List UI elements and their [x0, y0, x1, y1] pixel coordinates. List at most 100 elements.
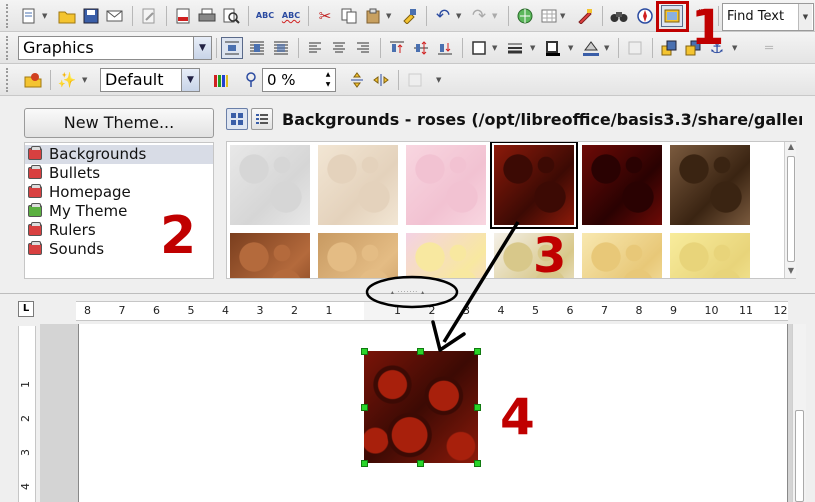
paragraph-style-combo[interactable]: Graphics ▼ — [18, 36, 212, 60]
resize-handle-bottom-right[interactable] — [474, 460, 481, 467]
graphics-mode-combo[interactable]: Default ▼ — [100, 68, 200, 92]
icon-view-button[interactable] — [226, 108, 248, 130]
print-preview-icon[interactable] — [220, 5, 242, 27]
chocolate-thumbnail[interactable] — [230, 233, 310, 278]
new-document-icon[interactable] — [18, 5, 40, 27]
border-color-dropdown-icon[interactable]: ▼ — [568, 44, 573, 52]
document-scroll-thumb[interactable] — [795, 410, 804, 502]
transparency-spin-field[interactable]: 0 % ▲ ▼ — [262, 68, 336, 92]
open-folder-icon[interactable] — [56, 5, 78, 27]
borders-icon[interactable] — [468, 37, 490, 59]
document-scrollbar[interactable] — [792, 324, 806, 502]
border-color-icon[interactable] — [542, 37, 564, 59]
vertical-ruler[interactable]: 1 2 3 4 — [18, 326, 36, 502]
flip-vertical-icon[interactable] — [346, 69, 368, 91]
transparency-icon[interactable] — [240, 69, 262, 91]
resize-handle-bottom[interactable] — [417, 460, 424, 467]
find-text-box[interactable]: Find Text ▼ — [722, 3, 814, 31]
gallery-splitter-grip[interactable]: ▴ ······· ▴ — [388, 290, 428, 296]
borders-dropdown-icon[interactable]: ▼ — [492, 44, 497, 52]
clone-formatting-icon[interactable] — [398, 5, 420, 27]
background-color-icon[interactable] — [580, 37, 602, 59]
new-dropdown-icon[interactable]: ▼ — [42, 12, 47, 20]
binoculars-find-icon[interactable] — [608, 5, 630, 27]
from-file-icon[interactable] — [22, 69, 44, 91]
show-draw-functions-icon[interactable] — [574, 5, 596, 27]
gallery-scroll-thumb[interactable] — [787, 156, 795, 262]
anchor-dropdown-icon[interactable]: ▼ — [732, 44, 737, 52]
detail-view-button[interactable] — [251, 108, 273, 130]
paste-dropdown-icon[interactable]: ▼ — [386, 12, 391, 20]
roses-thumbnail[interactable] — [490, 142, 578, 229]
save-icon[interactable] — [80, 5, 102, 27]
properties-icon[interactable] — [624, 37, 646, 59]
line-style-icon[interactable] — [504, 37, 526, 59]
email-icon[interactable] — [104, 5, 126, 27]
frame-toolbar-dropdown-icon[interactable]: ▼ — [436, 76, 441, 84]
undo-icon[interactable]: ↶ — [432, 5, 454, 27]
wrap-through-icon[interactable] — [270, 37, 292, 59]
popcorn-thumbnail[interactable] — [582, 233, 662, 278]
graphics-mode-dropdown-icon[interactable]: ▼ — [181, 69, 199, 91]
resize-handle-top-right[interactable] — [474, 348, 481, 355]
autospellcheck-icon[interactable]: ABC — [280, 5, 302, 27]
wood-thumbnail[interactable] — [318, 233, 398, 278]
table-dropdown-icon[interactable]: ▼ — [560, 12, 565, 20]
horizontal-ruler[interactable]: 8 7 6 5 4 3 2 1 1 2 3 4 5 6 7 8 9 10 11 12 — [76, 301, 788, 321]
undo-dropdown-icon[interactable]: ▼ — [456, 12, 461, 20]
resize-handle-top-left[interactable] — [361, 348, 368, 355]
find-text-dropdown-icon[interactable]: ▼ — [798, 4, 812, 30]
dark-red-thumbnail[interactable] — [582, 145, 662, 225]
copy-icon[interactable] — [338, 5, 360, 27]
wrap-off-icon[interactable] — [221, 37, 243, 59]
sand-thumbnail[interactable] — [318, 145, 398, 225]
inserted-rose-image[interactable] — [364, 351, 478, 463]
resize-handle-bottom-left[interactable] — [361, 460, 368, 467]
resize-handle-right[interactable] — [474, 404, 481, 411]
new-theme-button[interactable]: New Theme... — [24, 108, 214, 138]
paws-thumbnail[interactable] — [230, 145, 310, 225]
theme-item[interactable]: Bullets — [25, 164, 213, 183]
filter-wand-icon[interactable]: ✨ — [56, 69, 78, 91]
spellcheck-icon[interactable]: ABC — [254, 5, 276, 27]
pink-paper-thumbnail[interactable] — [406, 145, 486, 225]
color-bars-icon[interactable] — [210, 69, 232, 91]
export-pdf-icon[interactable] — [172, 5, 194, 27]
cheese-thumbnail[interactable] — [670, 233, 750, 278]
filter-dropdown-icon[interactable]: ▼ — [82, 76, 87, 84]
paragraph-style-dropdown-icon[interactable]: ▼ — [193, 37, 211, 59]
table-icon[interactable] — [538, 5, 560, 27]
disabled-tool-icon[interactable]: ═ — [758, 37, 780, 59]
flip-horizontal-icon[interactable] — [370, 69, 392, 91]
align-left-icon[interactable] — [304, 37, 326, 59]
thumbnail-grid[interactable] — [226, 141, 796, 279]
disabled-frame-icon[interactable] — [404, 69, 426, 91]
paste-icon[interactable] — [362, 5, 384, 27]
tab-stop-selector[interactable]: L — [18, 301, 34, 317]
cut-icon[interactable]: ✂ — [314, 5, 336, 27]
navigator-icon[interactable] — [634, 5, 656, 27]
toolbar-grip[interactable] — [6, 36, 12, 60]
background-color-dropdown-icon[interactable]: ▼ — [604, 44, 609, 52]
scroll-up-icon[interactable]: ▲ — [785, 142, 797, 154]
align-right-icon[interactable] — [352, 37, 374, 59]
align-top-icon[interactable] — [386, 37, 408, 59]
align-center-icon[interactable] — [328, 37, 350, 59]
theme-item[interactable]: Backgrounds — [25, 145, 213, 164]
page-wrap-icon[interactable] — [246, 37, 268, 59]
bring-to-front-icon[interactable] — [658, 37, 680, 59]
spin-down-icon[interactable]: ▼ — [322, 80, 334, 90]
align-bottom-icon[interactable] — [434, 37, 456, 59]
scroll-down-icon[interactable]: ▼ — [785, 266, 797, 278]
hyperlink-icon[interactable] — [514, 5, 536, 27]
edit-file-icon[interactable] — [138, 5, 160, 27]
align-middle-icon[interactable] — [410, 37, 432, 59]
gallery-scrollbar[interactable]: ▲ ▼ — [784, 142, 796, 278]
resize-handle-left[interactable] — [361, 404, 368, 411]
theme-item[interactable]: Homepage — [25, 183, 213, 202]
resize-handle-top[interactable] — [417, 348, 424, 355]
toolbar-grip[interactable] — [6, 68, 12, 92]
rings-thumbnail[interactable] — [406, 233, 486, 278]
print-icon[interactable] — [196, 5, 218, 27]
redo-icon[interactable]: ↷ — [468, 5, 490, 27]
